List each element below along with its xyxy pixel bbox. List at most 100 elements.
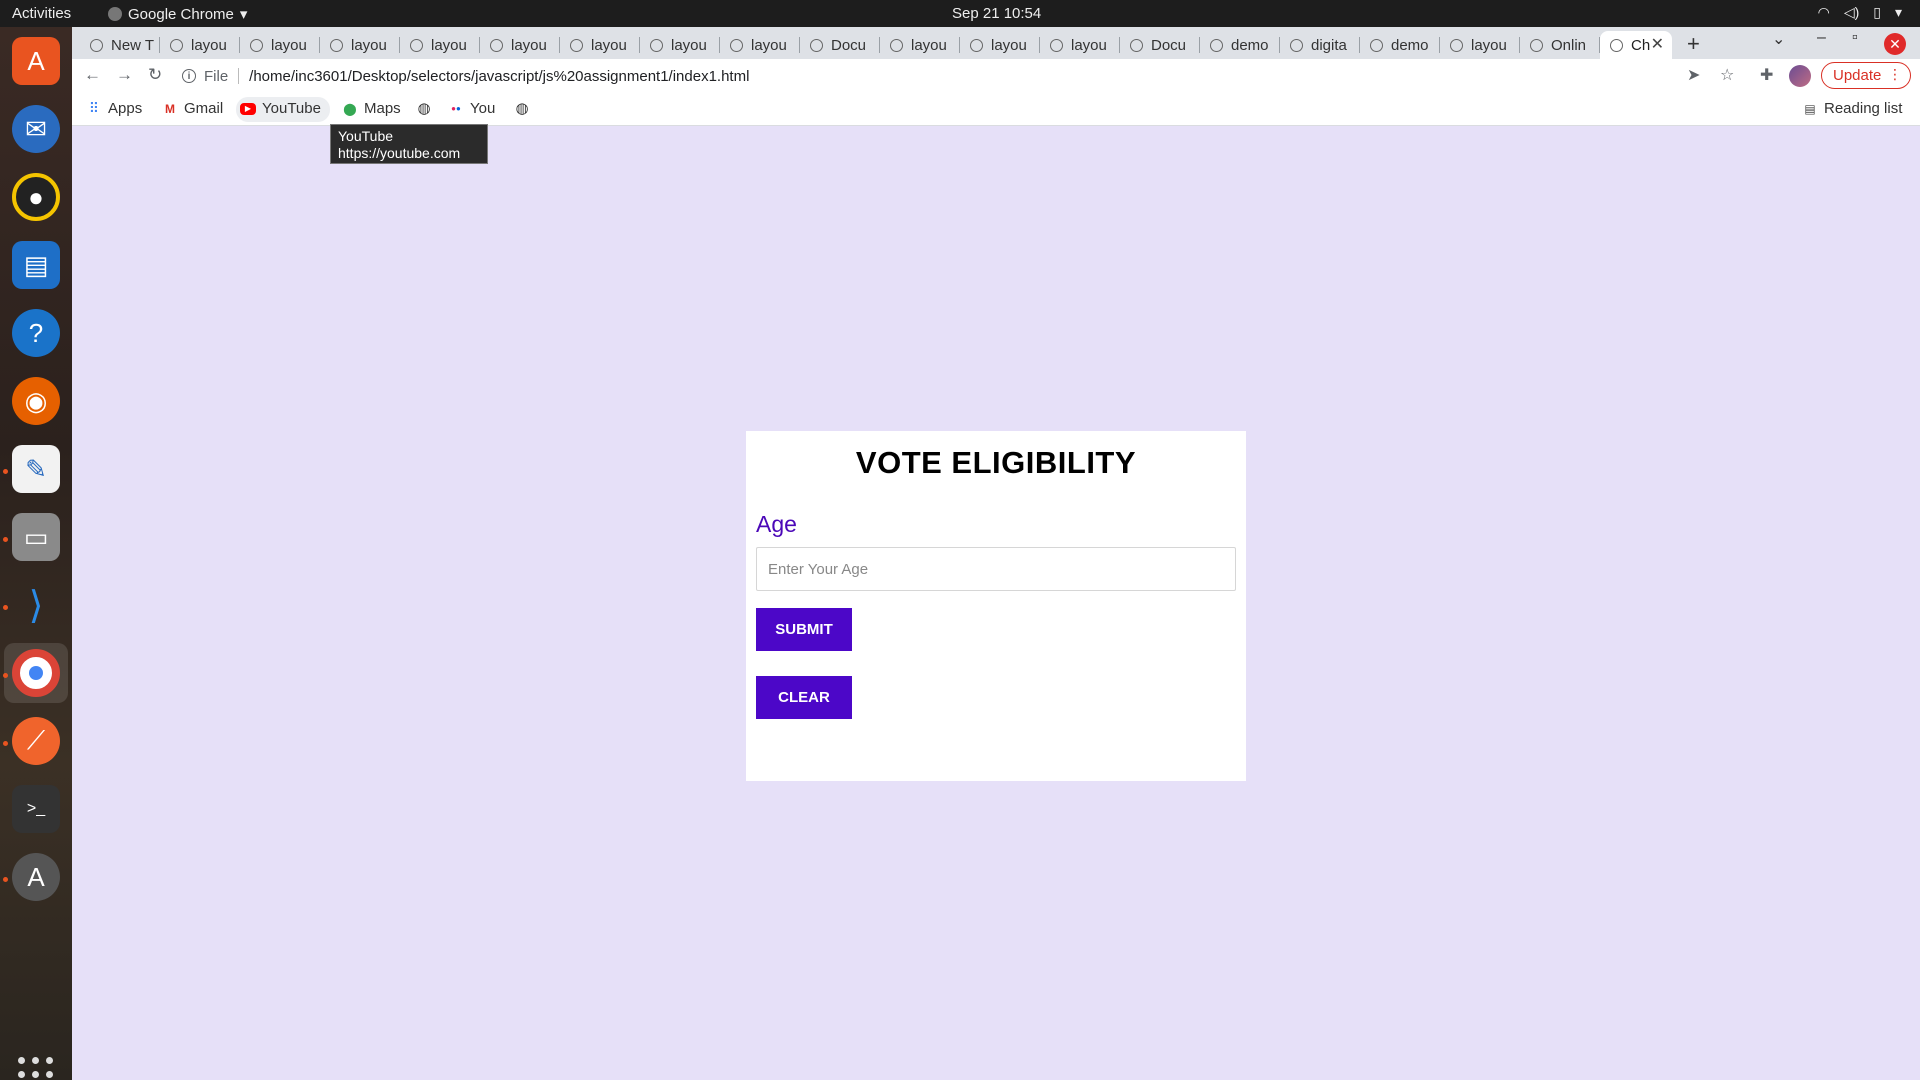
software-center-icon[interactable]: A — [12, 37, 60, 85]
tab-label: layou — [191, 36, 227, 54]
back-button[interactable]: ← — [84, 65, 101, 85]
address-scheme: File — [204, 67, 229, 85]
tab-label: layou — [991, 36, 1027, 54]
app-name: Google Chrome — [128, 5, 234, 23]
chevron-down-icon: ▾ — [1894, 4, 1902, 20]
running-indicator — [3, 537, 8, 542]
browser-tab[interactable]: layou — [1440, 31, 1520, 59]
browser-tab[interactable]: layou — [1040, 31, 1120, 59]
activities-button[interactable]: Activities — [12, 5, 71, 22]
reading-list-icon: ▤ — [1804, 101, 1816, 116]
globe-icon — [330, 38, 343, 52]
postman-icon[interactable]: ⟋ — [12, 717, 60, 765]
tab-label: layou — [671, 36, 707, 54]
thunderbird-icon[interactable]: ✉ — [12, 105, 60, 153]
running-indicator — [3, 877, 8, 882]
browser-tab[interactable]: layou — [400, 31, 480, 59]
gmail-icon: M — [165, 101, 175, 116]
browser-tab[interactable]: Docu — [1120, 31, 1200, 59]
terminal-icon[interactable]: >_ — [12, 785, 60, 833]
globe-icon — [650, 38, 663, 52]
bookmark-label: Maps — [364, 100, 401, 117]
globe-icon — [410, 38, 423, 52]
globe-icon — [810, 38, 823, 52]
browser-tab[interactable]: layou — [640, 31, 720, 59]
running-indicator — [3, 673, 8, 678]
browser-tab[interactable]: Onlin — [1520, 31, 1600, 59]
bookmark-gmail[interactable]: M Gmail — [162, 100, 223, 117]
profile-avatar[interactable] — [1789, 65, 1811, 87]
reload-button[interactable]: ↻ — [148, 65, 162, 85]
system-tray[interactable]: ◠ ◁) ▯ ▾ — [1818, 4, 1902, 21]
browser-tab[interactable]: demo — [1200, 31, 1280, 59]
forward-button[interactable]: → — [116, 65, 133, 85]
browser-tab[interactable]: layou — [960, 31, 1040, 59]
browser-tab[interactable]: demo — [1360, 31, 1440, 59]
flickr-icon: ● ● — [451, 104, 461, 113]
browser-tab[interactable]: New T — [80, 31, 160, 59]
bookmark-you[interactable]: ● ● You — [448, 100, 495, 117]
maximize-button[interactable]: ▫ — [1852, 29, 1858, 47]
tab-active[interactable]: Ch ✕ — [1600, 31, 1672, 59]
updater-icon[interactable]: A — [12, 853, 60, 901]
app-menu[interactable]: Google Chrome ▾ — [108, 5, 247, 23]
running-indicator — [3, 469, 8, 474]
page-content: VOTE ELIGIBILITY Age SUBMIT CLEAR — [72, 127, 1920, 1080]
bookmarks-bar: ⠿ Apps M Gmail ▶ YouTube ⬤ Maps ◍ ● ● You… — [72, 93, 1920, 126]
browser-tab[interactable]: Docu — [800, 31, 880, 59]
address-url[interactable]: /home/inc3601/Desktop/selectors/javascri… — [249, 68, 749, 85]
tab-label: demo — [1231, 36, 1269, 54]
apps-grid-icon: ⠿ — [88, 100, 100, 116]
clear-button[interactable]: CLEAR — [756, 676, 852, 719]
extensions-icon[interactable]: ✚ — [1760, 65, 1773, 85]
tab-label: Docu — [831, 36, 867, 54]
bookmark-maps[interactable]: ⬤ Maps — [342, 100, 401, 117]
age-input[interactable] — [756, 547, 1236, 591]
bookmark-label: Gmail — [184, 100, 224, 117]
browser-tab[interactable]: layou — [720, 31, 800, 59]
minimize-button[interactable]: – — [1817, 29, 1826, 47]
writer-icon[interactable]: ▤ — [12, 241, 60, 289]
tab-search-icon[interactable]: ⌄ — [1772, 29, 1785, 49]
vscode-icon[interactable]: ⟩ — [12, 581, 60, 629]
files-icon[interactable]: ▭ — [12, 513, 60, 561]
age-label: Age — [756, 511, 797, 537]
info-icon[interactable]: i — [182, 69, 196, 83]
firefox-icon[interactable]: ◉ — [12, 377, 60, 425]
bookmark-apps[interactable]: ⠿ Apps — [86, 100, 142, 117]
browser-tab[interactable]: layou — [160, 31, 240, 59]
submit-button[interactable]: SUBMIT — [756, 608, 852, 651]
bookmark-globe[interactable]: ◍ — [416, 100, 432, 117]
browser-tab[interactable]: layou — [880, 31, 960, 59]
bookmark-youtube[interactable]: ▶ YouTube — [240, 100, 321, 117]
new-tab-button[interactable]: + — [1687, 31, 1700, 57]
globe-icon — [1450, 38, 1463, 52]
bookmark-globe-2[interactable]: ◍ — [514, 100, 530, 117]
help-icon[interactable]: ? — [12, 309, 60, 357]
youtube-icon: ▶ — [240, 102, 256, 115]
browser-tab[interactable]: layou — [480, 31, 560, 59]
tab-label: digita — [1311, 36, 1347, 54]
browser-tab[interactable]: layou — [320, 31, 400, 59]
bookmark-star-icon[interactable]: ☆ — [1720, 65, 1734, 85]
maps-pin-icon: ⬤ — [343, 101, 357, 116]
show-applications-icon[interactable] — [18, 1057, 54, 1080]
reading-list-button[interactable]: ▤ Reading list — [1802, 100, 1902, 117]
address-bar[interactable]: i File /home/inc3601/Desktop/selectors/j… — [182, 62, 1762, 90]
globe-icon — [730, 38, 743, 52]
globe-icon — [1290, 38, 1303, 52]
close-tab-icon[interactable]: ✕ — [1651, 34, 1664, 54]
update-button[interactable]: Update ⋮ — [1821, 62, 1911, 89]
bookmark-label: You — [470, 100, 496, 117]
chrome-icon[interactable] — [12, 649, 60, 697]
clock[interactable]: Sep 21 10:54 — [952, 5, 1041, 22]
close-window-button[interactable]: ✕ — [1884, 33, 1906, 55]
send-icon[interactable]: ➤ — [1687, 65, 1700, 85]
browser-tab[interactable]: digita — [1280, 31, 1360, 59]
rhythmbox-icon[interactable]: ● — [12, 173, 60, 221]
browser-tab[interactable]: layou — [240, 31, 320, 59]
browser-tab[interactable]: layou — [560, 31, 640, 59]
globe-icon — [1610, 38, 1623, 52]
tab-label: Ch — [1631, 36, 1651, 54]
text-editor-icon[interactable]: ✎ — [12, 445, 60, 493]
